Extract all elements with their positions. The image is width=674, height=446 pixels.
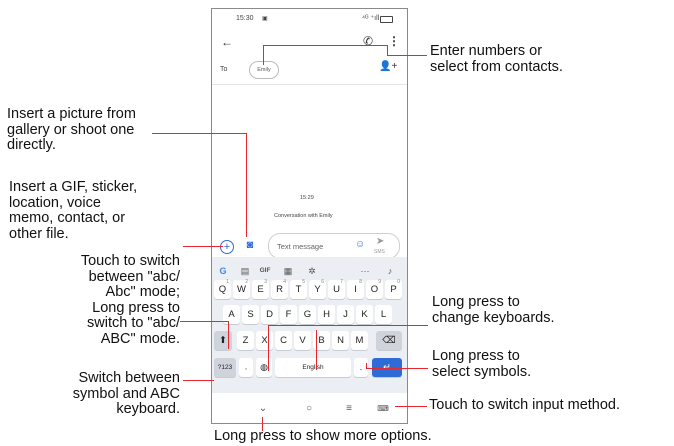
message-input[interactable]: Text message ☺ ➤ SMS: [268, 233, 400, 259]
google-icon[interactable]: G: [215, 265, 231, 277]
key-r[interactable]: R4: [271, 279, 288, 299]
nav-hide-keyboard-icon[interactable]: ⌄: [254, 403, 272, 415]
send-icon[interactable]: ➤: [376, 236, 384, 247]
key-y[interactable]: Y6: [309, 279, 326, 299]
callout-line: [268, 325, 428, 326]
key-z[interactable]: Z: [237, 331, 254, 350]
message-timestamp: 15:29: [300, 195, 314, 201]
callout-line: [183, 246, 223, 247]
message-placeholder: Text message: [277, 242, 324, 251]
camera-gallery-button[interactable]: ◙: [244, 239, 256, 252]
status-time: 15:30: [236, 15, 254, 22]
key-f[interactable]: F: [280, 305, 297, 324]
send-sms-label: SMS: [374, 249, 385, 255]
battery-icon: [380, 16, 393, 23]
key-j[interactable]: J: [337, 305, 354, 324]
callout-line: [387, 45, 388, 55]
callout-shift-mode: Touch to switch between "abc/ Abc" mode;…: [80, 253, 180, 347]
callout-line: [180, 321, 228, 322]
key-k[interactable]: K: [356, 305, 373, 324]
nav-keyboard-switch-icon[interactable]: ⌨: [374, 403, 392, 415]
key-v[interactable]: V: [294, 331, 311, 350]
callout-line: [395, 406, 427, 407]
settings-gear-icon[interactable]: ✲: [304, 265, 320, 277]
comma-key[interactable]: ,: [239, 358, 253, 377]
callout-enter-numbers: Enter numbers or select from contacts.: [430, 43, 563, 75]
callout-line: [228, 321, 229, 349]
microphone-icon[interactable]: ♪: [382, 265, 398, 277]
callout-change-keyboards: Long press to change keyboards.: [432, 294, 555, 326]
callout-line: [183, 380, 214, 381]
key-n[interactable]: N: [332, 331, 349, 350]
key-g[interactable]: G: [299, 305, 316, 324]
to-label: To: [220, 66, 228, 73]
back-arrow-icon[interactable]: ←: [221, 36, 233, 48]
more-vert-icon[interactable]: ⋮: [388, 35, 400, 47]
phone-screen: 15:30 ▣ ⁴ᴳ ⁺ıll ← ✆ ⋮ To Emily 👤+ 15:29 …: [211, 8, 408, 424]
callout-insert-gif: Insert a GIF, sticker, location, voice m…: [9, 179, 138, 242]
language-globe-key[interactable]: ◍: [256, 358, 272, 377]
callout-line: [316, 330, 317, 370]
callout-line: [366, 363, 367, 369]
key-m[interactable]: M: [351, 331, 368, 350]
key-q[interactable]: Q1: [214, 279, 231, 299]
signal-icon: ⁴ᴳ ⁺ıll: [362, 15, 380, 22]
callout-line: [263, 45, 264, 65]
recipient-chip[interactable]: Emily: [249, 61, 279, 79]
callout-more-options: Long press to show more options.: [214, 428, 432, 444]
callout-line: [268, 325, 269, 371]
callout-line: [387, 55, 427, 56]
nav-home-icon[interactable]: ○: [300, 403, 318, 415]
callout-symbol-keyboard: Switch between symbol and ABC keyboard.: [72, 370, 180, 417]
symbol-toggle-key[interactable]: ?123: [214, 358, 236, 377]
key-o[interactable]: O9: [366, 279, 383, 299]
conversation-title: Conversation with Emily: [274, 213, 333, 219]
add-contact-icon[interactable]: 👤+: [379, 62, 397, 72]
callout-insert-picture: Insert a picture from gallery or shoot o…: [7, 106, 136, 153]
key-d[interactable]: D: [261, 305, 278, 324]
header-divider: [212, 84, 407, 85]
key-i[interactable]: I8: [347, 279, 364, 299]
shift-key[interactable]: ⬆: [214, 331, 232, 350]
key-h[interactable]: H: [318, 305, 335, 324]
nav-menu-icon[interactable]: ≡: [340, 403, 358, 415]
key-l[interactable]: L: [375, 305, 392, 324]
sticker-icon[interactable]: ▤: [237, 265, 253, 277]
callout-line: [152, 133, 246, 134]
backspace-key[interactable]: ⌫: [376, 331, 402, 350]
callout-input-method: Touch to switch input method.: [429, 397, 621, 413]
callout-select-symbols: Long press to select symbols.: [432, 348, 532, 380]
callout-line: [263, 45, 387, 46]
key-x[interactable]: X: [256, 331, 273, 350]
key-u[interactable]: U7: [328, 279, 345, 299]
key-e[interactable]: E3: [252, 279, 269, 299]
callout-line: [366, 368, 428, 369]
key-t[interactable]: T5: [290, 279, 307, 299]
key-w[interactable]: W2: [233, 279, 250, 299]
more-options-button[interactable]: ···: [357, 265, 373, 277]
key-c[interactable]: C: [275, 331, 292, 350]
emoji-icon[interactable]: ☺: [355, 239, 365, 250]
key-p[interactable]: P0: [385, 279, 402, 299]
key-s[interactable]: S: [242, 305, 259, 324]
clipboard-icon[interactable]: ▦: [280, 265, 296, 277]
callout-line: [246, 133, 247, 237]
notification-icon: ▣: [262, 16, 268, 22]
attach-plus-button[interactable]: +: [220, 240, 234, 254]
spacebar[interactable]: English: [275, 358, 351, 377]
gif-button[interactable]: GIF: [257, 265, 273, 277]
